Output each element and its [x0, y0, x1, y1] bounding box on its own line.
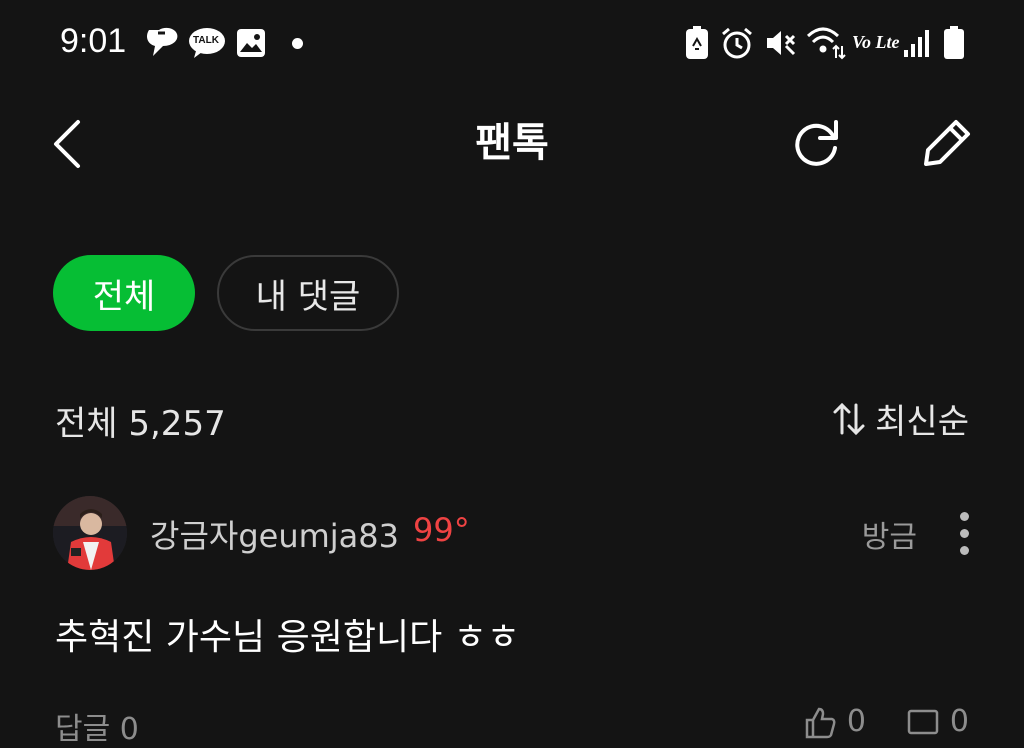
chat-bubble-icon [147, 27, 178, 56]
kakaotalk-icon: TALK [188, 27, 226, 58]
battery-saver-icon [686, 26, 708, 59]
comment-text: 추혁진 가수님 응원합니다 ㅎㅎ [55, 617, 520, 658]
comment-time: 방금 [861, 520, 917, 555]
avatar[interactable] [53, 496, 127, 570]
thumbs-up-icon [805, 707, 836, 738]
report-count: 0 [949, 704, 969, 739]
refresh-button[interactable] [790, 116, 844, 170]
notification-dot-icon [292, 38, 303, 49]
total-count: 전체 5,257 [55, 404, 226, 444]
sort-button[interactable]: 최신순 [831, 394, 969, 443]
reply-button[interactable]: 답글 0 [55, 704, 139, 748]
report-button[interactable]: 0 [906, 704, 969, 739]
mute-icon [767, 31, 796, 56]
alarm-icon [722, 27, 752, 59]
status-time: 9:01 [60, 22, 127, 60]
comment-author[interactable]: 강금자geumja83 99° [150, 511, 470, 557]
image-icon [237, 29, 265, 57]
wifi-icon [806, 27, 846, 60]
author-name: 강금자geumja83 [150, 517, 399, 555]
like-count: 0 [846, 704, 866, 739]
battery-icon [944, 26, 964, 59]
sort-arrows-icon [833, 402, 865, 435]
more-options-button[interactable] [956, 512, 972, 556]
page-title: 팬톡 [475, 120, 549, 166]
comment-reactions: 0 0 [803, 704, 969, 739]
tab-my-comments[interactable]: 내 댓글 [217, 255, 399, 331]
volte-icon: Vo Lte [852, 32, 900, 52]
flag-icon [907, 709, 939, 734]
kakaotalk-label: TALK [193, 35, 219, 46]
write-button[interactable] [918, 114, 976, 172]
signal-icon [904, 30, 929, 57]
author-temperature: 99° [413, 511, 470, 549]
tab-all[interactable]: 전체 [53, 255, 195, 331]
like-button[interactable]: 0 [803, 704, 866, 739]
sort-label: 최신순 [875, 402, 969, 442]
